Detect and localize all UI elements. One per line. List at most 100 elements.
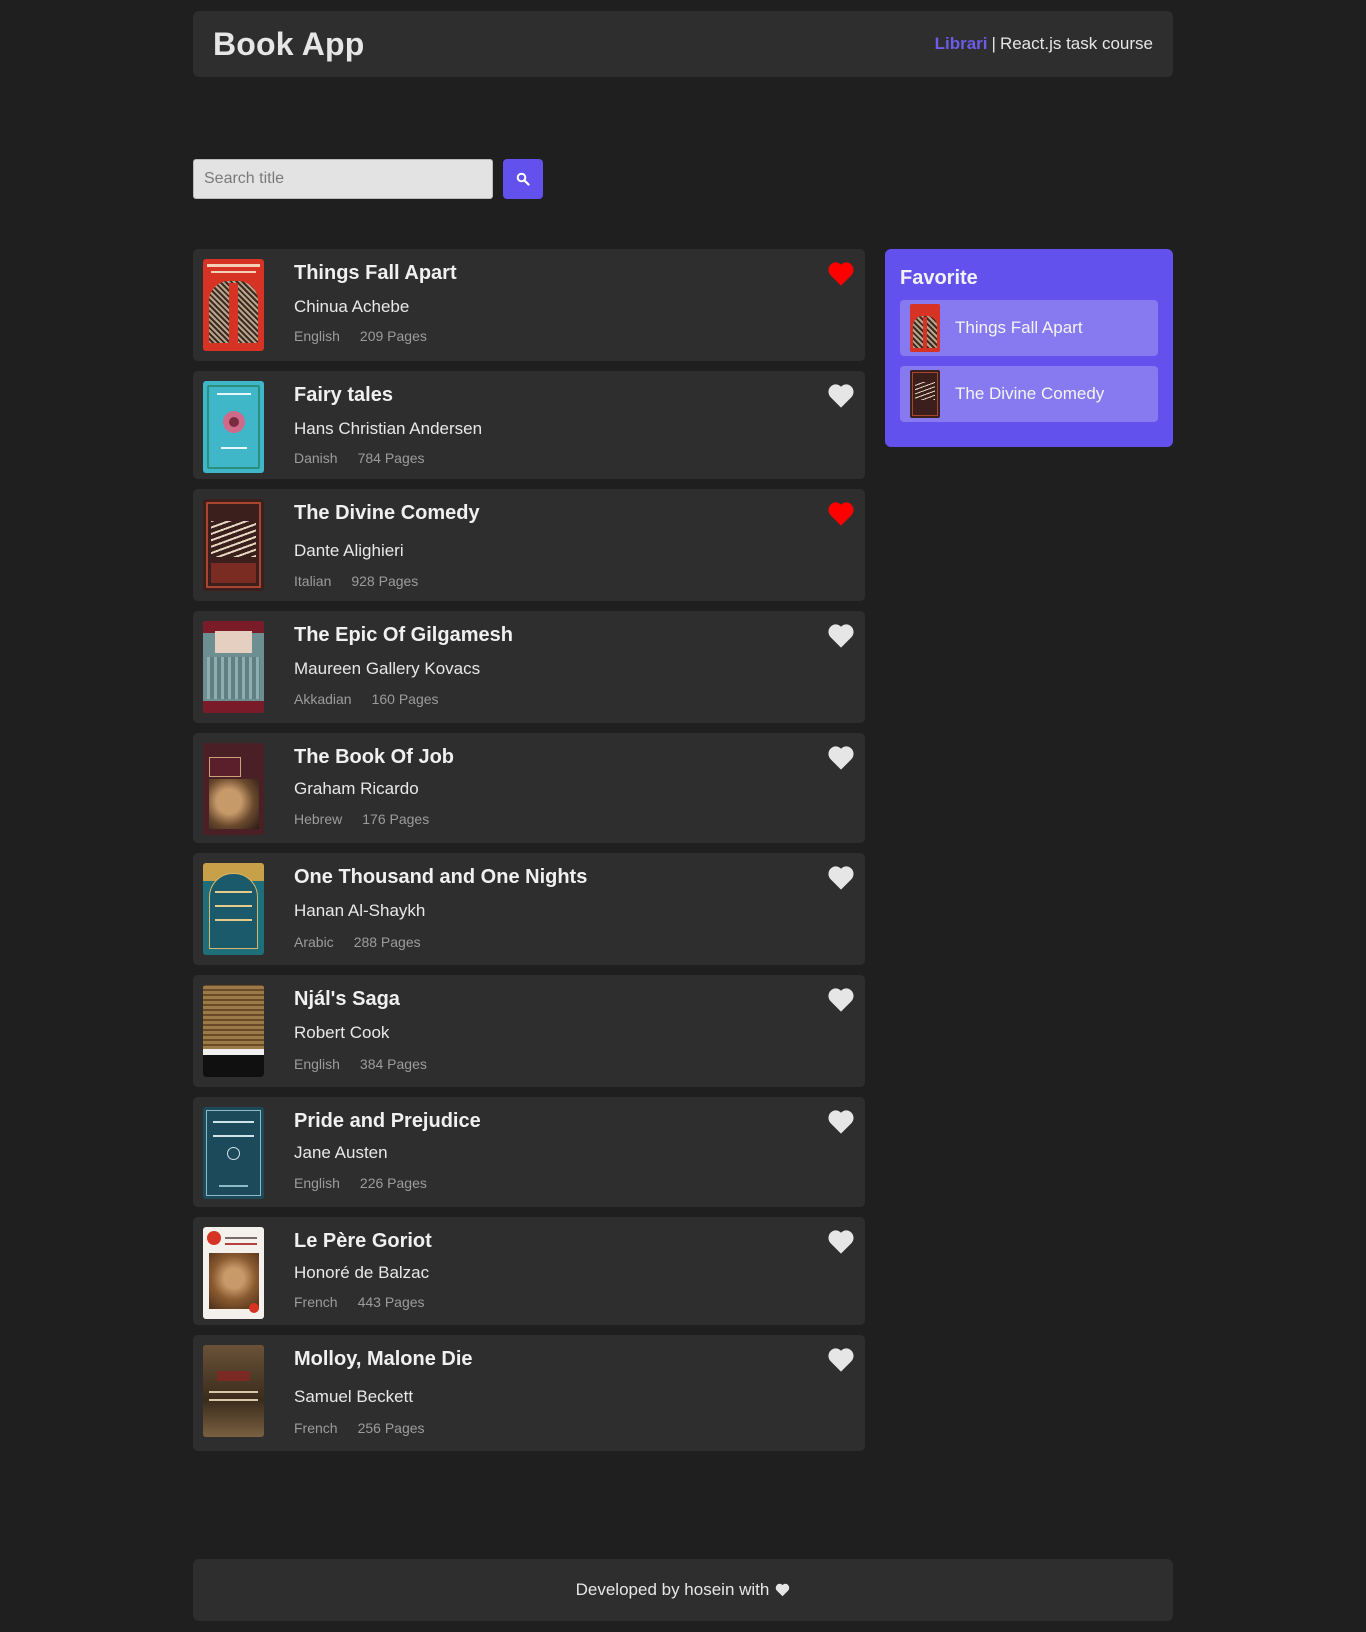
favorite-title: Favorite xyxy=(900,267,978,289)
favorite-item-label: The Divine Comedy xyxy=(955,384,1105,403)
book-pages: 226 Pages xyxy=(359,1175,427,1191)
heart-icon[interactable] xyxy=(827,987,855,1013)
book-title: Njál's Saga xyxy=(294,988,400,1010)
book-card[interactable]: The Divine Comedy Dante Alighieri Italia… xyxy=(193,489,865,601)
book-title: Fairy tales xyxy=(294,384,393,406)
book-language: Arabic xyxy=(294,934,334,950)
book-info: The Epic Of Gilgamesh Maureen Gallery Ko… xyxy=(294,621,513,707)
book-card[interactable]: Pride and Prejudice Jane Austen English … xyxy=(193,1097,865,1207)
book-title: Pride and Prejudice xyxy=(294,1110,481,1132)
book-info: Molloy, Malone Die Samuel Beckett French… xyxy=(294,1345,473,1436)
book-info: The Divine Comedy Dante Alighieri Italia… xyxy=(294,499,480,589)
book-author: Graham Ricardo xyxy=(294,779,419,798)
book-language: English xyxy=(294,1056,340,1072)
book-cover xyxy=(203,743,264,835)
book-author: Hans Christian Andersen xyxy=(294,419,483,438)
book-card[interactable]: The Epic Of Gilgamesh Maureen Gallery Ko… xyxy=(193,611,865,723)
book-author: Dante Alighieri xyxy=(294,541,404,560)
heart-icon[interactable] xyxy=(827,1347,855,1373)
book-card[interactable]: One Thousand and One Nights Hanan Al-Sha… xyxy=(193,853,865,965)
book-meta: English 226 Pages xyxy=(294,1175,481,1191)
brand-link[interactable]: Librari xyxy=(935,34,988,54)
book-meta: Italian 928 Pages xyxy=(294,573,480,589)
book-language: French xyxy=(294,1294,338,1310)
book-cover xyxy=(203,621,264,713)
book-language: Danish xyxy=(294,450,338,466)
book-language: Akkadian xyxy=(294,691,352,707)
book-language: Hebrew xyxy=(294,811,343,827)
heart-icon[interactable] xyxy=(827,261,855,287)
favorite-item-label: Things Fall Apart xyxy=(955,318,1083,337)
book-info: Fairy tales Hans Christian Andersen Dani… xyxy=(294,381,482,466)
search-bar xyxy=(193,159,1173,199)
book-language: English xyxy=(294,1175,340,1191)
book-author: Maureen Gallery Kovacs xyxy=(294,659,481,678)
book-author: Chinua Achebe xyxy=(294,297,410,316)
book-info: Pride and Prejudice Jane Austen English … xyxy=(294,1107,481,1191)
heart-icon[interactable] xyxy=(827,383,855,409)
book-meta: French 256 Pages xyxy=(294,1420,473,1436)
favorite-item[interactable]: Things Fall Apart xyxy=(900,300,1158,356)
heart-icon[interactable] xyxy=(827,501,855,527)
book-author: Jane Austen xyxy=(294,1143,388,1162)
book-card[interactable]: Njál's Saga Robert Cook English 384 Page… xyxy=(193,975,865,1087)
book-title: One Thousand and One Nights xyxy=(294,866,588,888)
book-cover xyxy=(203,985,264,1077)
book-meta: Arabic 288 Pages xyxy=(294,934,587,950)
book-language: French xyxy=(294,1420,338,1436)
book-cover xyxy=(203,1227,264,1319)
main-content: Things Fall Apart Chinua Achebe English … xyxy=(193,249,1173,1461)
book-info: One Thousand and One Nights Hanan Al-Sha… xyxy=(294,863,587,950)
book-title: The Epic Of Gilgamesh xyxy=(294,624,513,646)
search-icon xyxy=(516,172,530,186)
header-separator: | xyxy=(991,34,996,53)
heart-icon[interactable] xyxy=(827,1109,855,1135)
book-meta: Danish 784 Pages xyxy=(294,450,482,466)
book-cover xyxy=(203,863,264,955)
book-cover xyxy=(203,1107,264,1199)
book-cover xyxy=(203,499,264,591)
book-card[interactable]: Molloy, Malone Die Samuel Beckett French… xyxy=(193,1335,865,1451)
heart-icon[interactable] xyxy=(827,1229,855,1255)
book-card[interactable]: Le Père Goriot Honoré de Balzac French 4… xyxy=(193,1217,865,1325)
book-info: Njál's Saga Robert Cook English 384 Page… xyxy=(294,985,427,1072)
book-pages: 209 Pages xyxy=(359,328,427,344)
search-button[interactable] xyxy=(503,159,543,199)
heart-icon[interactable] xyxy=(827,865,855,891)
favorite-cover xyxy=(910,304,940,352)
book-pages: 443 Pages xyxy=(357,1294,425,1310)
book-author: Hanan Al-Shaykh xyxy=(294,901,426,920)
book-info: Things Fall Apart Chinua Achebe English … xyxy=(294,259,457,344)
book-card[interactable]: Things Fall Apart Chinua Achebe English … xyxy=(193,249,865,361)
footer-text: Developed by hosein with xyxy=(575,1580,770,1599)
book-cover xyxy=(203,259,264,351)
book-author: Honoré de Balzac xyxy=(294,1263,430,1282)
heart-icon[interactable] xyxy=(827,623,855,649)
book-cover xyxy=(203,381,264,473)
book-title: Molloy, Malone Die xyxy=(294,1348,473,1370)
book-list: Things Fall Apart Chinua Achebe English … xyxy=(193,249,865,1461)
book-meta: English 209 Pages xyxy=(294,328,457,344)
book-language: Italian xyxy=(294,573,332,589)
book-title: Things Fall Apart xyxy=(294,262,457,284)
book-card[interactable]: The Book Of Job Graham Ricardo Hebrew 17… xyxy=(193,733,865,843)
app-footer: Developed by hosein with xyxy=(193,1559,1173,1621)
search-input[interactable] xyxy=(193,159,493,199)
book-language: English xyxy=(294,328,340,344)
favorite-item[interactable]: The Divine Comedy xyxy=(900,366,1158,422)
book-info: Le Père Goriot Honoré de Balzac French 4… xyxy=(294,1227,432,1310)
book-card[interactable]: Fairy tales Hans Christian Andersen Dani… xyxy=(193,371,865,479)
book-title: The Divine Comedy xyxy=(294,502,480,524)
favorite-panel: Favorite Things Fall Apart The Divine Co… xyxy=(885,249,1173,447)
book-pages: 288 Pages xyxy=(353,934,421,950)
book-meta: Akkadian 160 Pages xyxy=(294,691,513,707)
book-author: Samuel Beckett xyxy=(294,1387,414,1406)
header-subtitle: React.js task course xyxy=(999,34,1153,53)
book-pages: 784 Pages xyxy=(357,450,425,466)
book-pages: 384 Pages xyxy=(359,1056,427,1072)
book-info: The Book Of Job Graham Ricardo Hebrew 17… xyxy=(294,743,454,827)
book-pages: 256 Pages xyxy=(357,1420,425,1436)
header-links: Librari | React.js task course xyxy=(935,34,1153,54)
app-title: Book App xyxy=(213,25,365,62)
heart-icon[interactable] xyxy=(827,745,855,771)
